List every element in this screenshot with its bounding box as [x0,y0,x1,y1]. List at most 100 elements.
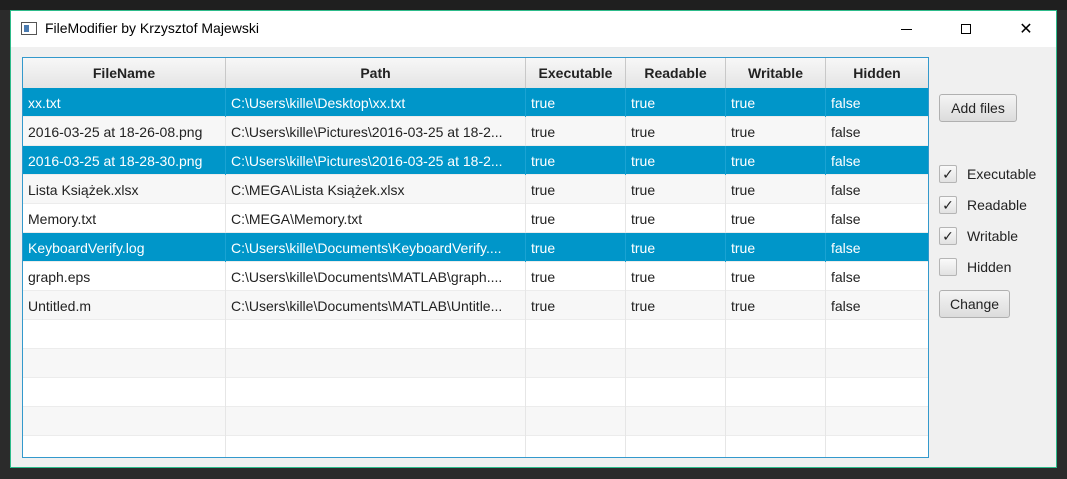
cell-filename: graph.eps [23,262,226,291]
cell-writable [726,436,826,457]
cell-path [226,378,526,407]
table-row[interactable]: graph.eps C:\Users\kille\Documents\MATLAB… [23,262,928,291]
cell-executable: true [526,204,626,233]
table-row[interactable]: KeyboardVerify.log C:\Users\kille\Documen… [23,233,928,262]
cell-path: C:\Users\kille\Pictures\2016-03-25 at 18… [226,146,526,175]
table-row[interactable]: Memory.txt C:\MEGA\Memory.txt true true true… [23,204,928,233]
checkbox-writable-label: Writable [967,228,1019,244]
cell-path [226,407,526,436]
cell-readable: true [626,233,726,262]
app-window: FileModifier by Krzysztof Majewski ✕ Fil… [10,10,1057,468]
table-row[interactable]: xx.txt C:\Users\kille\Desktop\xx.txt true t… [23,88,928,117]
cell-path: C:\Users\kille\Documents\KeyboardVerify.… [226,233,526,262]
close-icon: ✕ [1019,21,1033,38]
column-header-filename[interactable]: FileName [23,58,226,88]
table-header: FileName Path Executable Readable Writab… [23,58,928,89]
column-header-hidden[interactable]: Hidden [826,58,928,88]
cell-filename [23,320,226,349]
column-header-readable[interactable]: Readable [626,58,726,88]
title-bar[interactable]: FileModifier by Krzysztof Majewski ✕ [11,11,1056,47]
cell-hidden: false [831,181,861,198]
minimize-icon [900,28,912,30]
cell-executable [526,378,626,407]
maximize-button[interactable] [943,11,989,47]
cell-filename: KeyboardVerify.log [23,233,226,262]
checkbox-readable-box[interactable]: ✓ [939,196,957,214]
cell-executable: true [526,233,626,262]
cell-path: C:\MEGA\Lista Książek.xlsx [226,175,526,204]
cell-hidden [826,407,928,436]
checkbox-writable-box[interactable]: ✓ [939,227,957,245]
cell-writable [726,378,826,407]
table-row[interactable]: Lista Książek.xlsx C:\MEGA\Lista Książek.… [23,175,928,204]
cell-writable: true [726,262,826,291]
cell-writable: true [726,291,826,320]
cell-readable: true [626,175,726,204]
cell-hidden: false [831,152,861,169]
cell-executable [526,436,626,457]
cell-filename: Lista Książek.xlsx [23,175,226,204]
cell-writable [726,320,826,349]
close-button[interactable]: ✕ [1003,11,1049,47]
cell-filename: Memory.txt [23,204,226,233]
cell-writable: true [726,233,826,262]
cell-filename: xx.txt [23,88,226,117]
minimize-button[interactable] [883,11,929,47]
table-row-empty[interactable] [23,378,928,407]
cell-executable: true [526,291,626,320]
cell-writable [726,349,826,378]
cell-hidden: false [831,239,861,256]
checkbox-readable[interactable]: ✓ Readable [939,194,1027,216]
cell-hidden [826,378,928,407]
cell-hidden: false [831,210,861,227]
cell-executable: true [526,175,626,204]
table-row[interactable]: Untitled.m C:\Users\kille\Documents\MATLA… [23,291,928,320]
checkbox-hidden[interactable]: Hidden [939,256,1011,278]
checkbox-executable[interactable]: ✓ Executable [939,163,1036,185]
cell-writable: true [726,117,826,146]
window-title: FileModifier by Krzysztof Majewski [45,20,259,36]
cell-path [226,349,526,378]
cell-readable [626,436,726,457]
file-table[interactable]: FileName Path Executable Readable Writab… [22,57,929,458]
checkbox-executable-box[interactable]: ✓ [939,165,957,183]
cell-filename [23,378,226,407]
checkbox-hidden-box[interactable] [939,258,957,276]
cell-path: C:\Users\kille\Pictures\2016-03-25 at 18… [226,117,526,146]
add-files-button[interactable]: Add files [939,94,1017,122]
cell-executable: true [526,146,626,175]
cell-readable: true [626,262,726,291]
column-header-writable[interactable]: Writable [726,58,826,88]
cell-readable [626,349,726,378]
cell-readable: true [626,117,726,146]
table-row-empty[interactable] [23,320,928,349]
cell-filename [23,349,226,378]
checkbox-hidden-label: Hidden [967,259,1012,275]
table-row-empty[interactable] [23,349,928,378]
cell-hidden [826,349,928,378]
table-row[interactable]: 2016-03-25 at 18-26-08.png C:\Users\kille… [23,117,928,146]
cell-path: C:\Users\kille\Desktop\xx.txt [226,88,526,117]
column-header-executable[interactable]: Executable [526,58,626,88]
cell-readable: true [626,146,726,175]
table-row-empty[interactable] [23,436,928,457]
cell-hidden: false [831,268,861,285]
cell-hidden [826,320,928,349]
cell-hidden [826,436,928,457]
check-icon: ✓ [942,197,954,213]
cell-readable [626,407,726,436]
cell-writable: true [726,146,826,175]
change-button[interactable]: Change [939,290,1010,318]
cell-writable: true [726,204,826,233]
column-header-path[interactable]: Path [226,58,526,88]
cell-readable: true [626,291,726,320]
cell-executable: true [526,117,626,146]
table-row-empty[interactable] [23,407,928,436]
table-row[interactable]: 2016-03-25 at 18-28-30.png C:\Users\kille… [23,146,928,175]
cell-writable: true [726,88,826,117]
cell-readable: true [626,204,726,233]
checkbox-writable[interactable]: ✓ Writable [939,225,1018,247]
cell-executable: true [526,262,626,291]
cell-readable [626,320,726,349]
cell-filename: 2016-03-25 at 18-26-08.png [23,117,226,146]
